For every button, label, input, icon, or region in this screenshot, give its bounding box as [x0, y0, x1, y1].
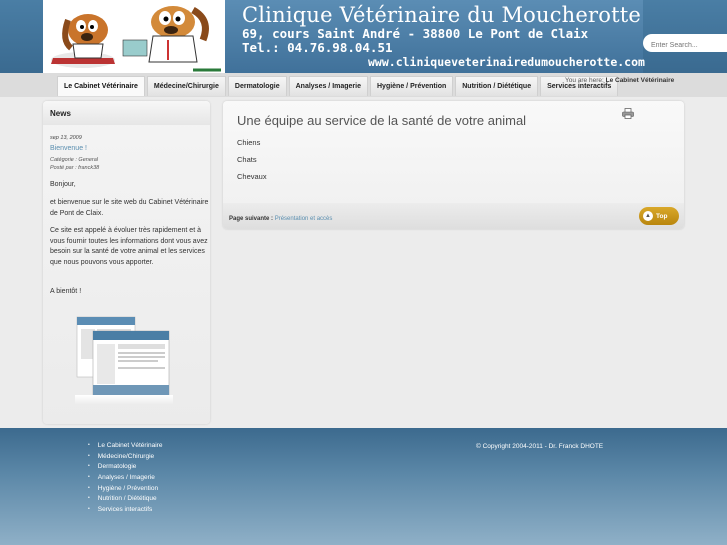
- page-footer: Le Cabinet Vétérinaire Médecine/Chirurgi…: [0, 428, 727, 545]
- breadcrumb-current[interactable]: Le Cabinet Vétérinaire: [606, 77, 675, 84]
- nav-item-nutrition[interactable]: Nutrition / Diététique: [455, 76, 539, 96]
- footer-link-cabinet[interactable]: Le Cabinet Vétérinaire: [88, 440, 163, 451]
- footer-links: Le Cabinet Vétérinaire Médecine/Chirurgi…: [88, 440, 163, 515]
- nav-item-dermatologie[interactable]: Dermatologie: [227, 76, 287, 96]
- print-icon[interactable]: [622, 108, 634, 121]
- site-url: www.cliniqueveterinairedumoucherotte.com: [368, 55, 645, 69]
- news-heading: News: [43, 101, 210, 125]
- breadcrumb: You are here: Le Cabinet Vétérinaire: [565, 77, 674, 84]
- next-page-link[interactable]: Présentation et accès: [275, 216, 333, 222]
- breadcrumb-prefix: You are here:: [565, 77, 604, 84]
- site-address: 69, cours Saint André - 38800 Le Pont de…: [242, 26, 589, 41]
- news-date: sep 13, 2009: [50, 135, 82, 141]
- main-nav: Le Cabinet Vétérinaire Médecine/Chirurgi…: [57, 76, 620, 96]
- animal-item-horses: Chevaux: [237, 172, 267, 181]
- back-to-top-button[interactable]: ▲ Top: [639, 207, 679, 225]
- news-panel: News sep 13, 2009 Bienvenue ! Catégorie …: [43, 101, 210, 424]
- animal-item-dogs: Chiens: [237, 138, 261, 147]
- news-category: Catégorie : General: [50, 157, 98, 163]
- logo-illustration: [43, 0, 225, 73]
- main-content-panel: Une équipe au service de la santé de vot…: [223, 101, 684, 229]
- main-panel-footer: Page suivante : Présentation et accès ▲ …: [223, 203, 684, 229]
- back-to-top-label: Top: [656, 212, 668, 220]
- news-paragraph: Ce site est appelé à évoluer très rapide…: [50, 227, 208, 267]
- next-page-label: Page suivante :: [229, 216, 274, 222]
- nav-item-hygiene[interactable]: Hygiène / Prévention: [370, 76, 454, 96]
- website-preview-image: [75, 315, 173, 407]
- site-phone: Tel.: 04.76.98.04.51: [242, 40, 393, 55]
- footer-link-nutrition[interactable]: Nutrition / Diététique: [88, 493, 162, 504]
- page-title: Une équipe au service de la santé de vot…: [237, 113, 527, 128]
- next-page-nav: Page suivante : Présentation et accès: [229, 216, 332, 222]
- news-author: Posté par : franck38: [50, 165, 100, 171]
- footer-link-dermatologie[interactable]: Dermatologie: [88, 461, 162, 472]
- arrow-up-icon: ▲: [643, 211, 653, 221]
- news-title-link[interactable]: Bienvenue !: [50, 145, 87, 152]
- footer-link-services[interactable]: Services interactifs: [88, 504, 162, 515]
- footer-link-analyses[interactable]: Analyses / Imagerie: [88, 472, 162, 483]
- nav-item-medecine[interactable]: Médecine/Chirurgie: [146, 76, 226, 96]
- nav-item-cabinet[interactable]: Le Cabinet Vétérinaire: [57, 76, 145, 96]
- nav-item-analyses[interactable]: Analyses / Imagerie: [288, 76, 368, 96]
- site-title: Clinique Vétérinaire du Moucherotte: [242, 3, 642, 27]
- news-paragraph: et bienvenue sur le site web du Cabinet …: [50, 199, 209, 217]
- copyright-text: © Copyright 2004-2011 - Dr. Franck DHOTE: [476, 443, 604, 450]
- news-paragraph: Bonjour,: [50, 181, 76, 188]
- footer-link-medecine[interactable]: Médecine/Chirurgie: [88, 451, 162, 462]
- animal-item-cats: Chats: [237, 155, 257, 164]
- search-input[interactable]: [643, 34, 727, 52]
- news-paragraph: A bientôt !: [50, 288, 82, 295]
- footer-link-hygiene[interactable]: Hygiène / Prévention: [88, 483, 162, 494]
